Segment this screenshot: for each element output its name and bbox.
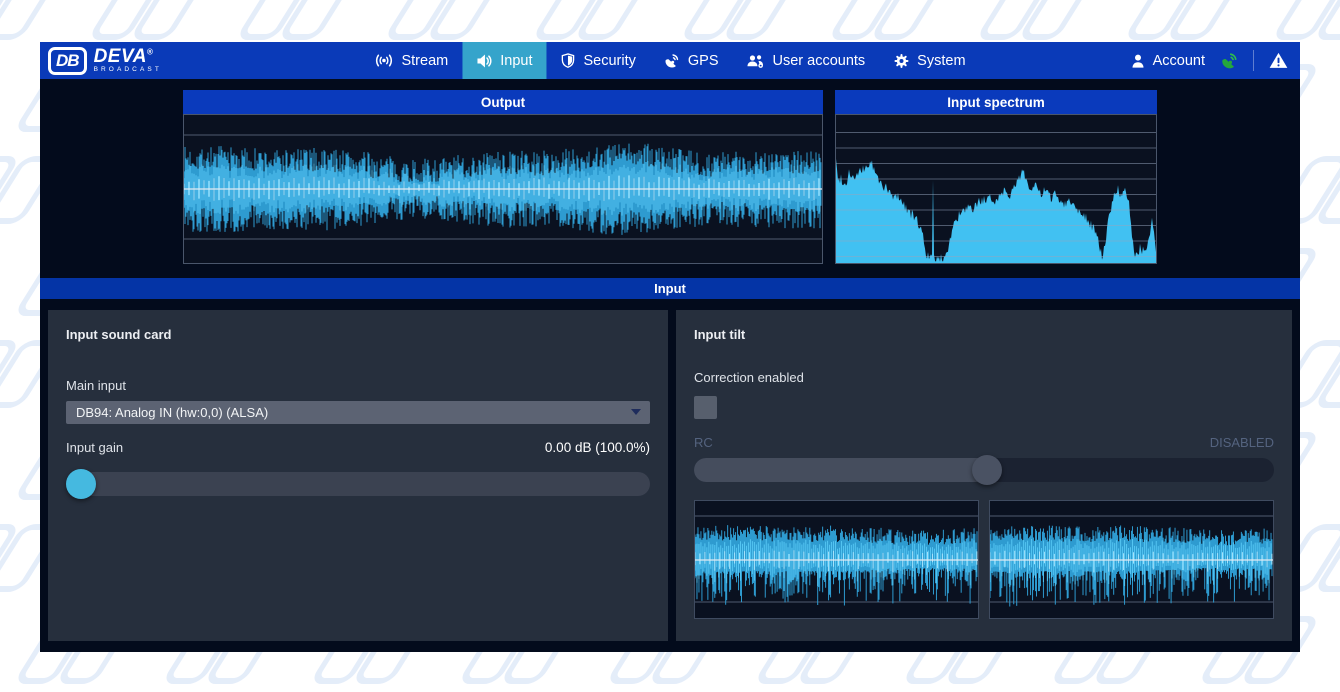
- input-spectrum-title-bar: Input spectrum: [835, 90, 1157, 114]
- input-section-bar: Input: [40, 278, 1300, 299]
- connection-ok-icon[interactable]: [1220, 52, 1238, 70]
- main-input-select[interactable]: DB94: Analog IN (hw:0,0) (ALSA): [66, 401, 650, 424]
- settings-row: Input sound card Main input DB94: Analog…: [48, 310, 1292, 641]
- nav-label: System: [917, 53, 965, 69]
- nav-label: Security: [583, 53, 635, 69]
- tilt-waveform-right: [989, 500, 1274, 619]
- input-tilt-panel: Input tilt Correction enabled RC DISABLE…: [676, 310, 1292, 641]
- user-group-icon: [746, 53, 764, 69]
- nav-item-user-accounts[interactable]: User accounts: [732, 42, 879, 79]
- input-gain-slider-handle[interactable]: [66, 469, 96, 499]
- output-title-bar: Output: [183, 90, 823, 114]
- rc-slider-fill: [694, 458, 987, 482]
- satellite-dish-icon: [664, 53, 680, 69]
- app-window: DB DEVA® BROADCAST Stream Input: [40, 42, 1300, 652]
- nav-label: User accounts: [772, 53, 865, 69]
- display-row: Output Input spectrum: [183, 90, 1157, 264]
- input-sound-card-panel: Input sound card Main input DB94: Analog…: [48, 310, 668, 641]
- nav-label: Input: [500, 53, 532, 69]
- rc-slider-handle[interactable]: [972, 455, 1002, 485]
- tilt-waveform-row: [694, 500, 1274, 619]
- nav-label: GPS: [688, 53, 719, 69]
- nav-label: Stream: [401, 53, 448, 69]
- nav-item-gps[interactable]: GPS: [650, 42, 733, 79]
- correction-enabled-label: Correction enabled: [694, 370, 1274, 385]
- db-logo-glyph: DB: [48, 47, 87, 75]
- brand-name: DEVA®: [94, 47, 162, 66]
- deva-logo[interactable]: DB DEVA® BROADCAST: [40, 47, 172, 75]
- person-icon: [1130, 53, 1146, 69]
- nav-item-input[interactable]: Input: [462, 42, 546, 79]
- input-gain-slider[interactable]: [66, 472, 650, 496]
- nav-item-stream[interactable]: Stream: [360, 42, 462, 79]
- output-display-panel: Output: [183, 90, 823, 264]
- card-title: Input tilt: [694, 327, 1274, 342]
- output-waveform-display: [183, 114, 823, 264]
- correction-enabled-checkbox[interactable]: [694, 396, 717, 419]
- tilt-waveform-left: [694, 500, 979, 619]
- input-gain-value: 0.00 dB (100.0%): [545, 440, 650, 455]
- nav-item-system[interactable]: System: [879, 42, 979, 79]
- input-spectrum-display: [835, 114, 1157, 264]
- nav-divider: [1253, 50, 1254, 71]
- account-label: Account: [1153, 53, 1205, 69]
- shield-icon: [560, 53, 575, 68]
- speaker-icon: [476, 53, 492, 69]
- brand-subtitle: BROADCAST: [94, 67, 162, 74]
- chevron-down-icon: [631, 409, 641, 415]
- rc-slider[interactable]: [694, 458, 1274, 482]
- rc-label: RC: [694, 435, 713, 450]
- nav-menu: Stream Input Security GPS: [360, 42, 979, 79]
- warning-icon[interactable]: [1269, 52, 1288, 69]
- input-gain-label: Input gain: [66, 440, 123, 455]
- account-menu[interactable]: Account: [1130, 53, 1205, 69]
- broadcast-icon: [374, 53, 393, 68]
- main-input-label: Main input: [66, 378, 650, 393]
- input-spectrum-panel: Input spectrum: [835, 90, 1157, 264]
- nav-right: Account: [1130, 42, 1300, 79]
- gear-icon: [893, 53, 909, 69]
- top-nav: DB DEVA® BROADCAST Stream Input: [40, 42, 1300, 79]
- main-input-value: DB94: Analog IN (hw:0,0) (ALSA): [76, 405, 268, 420]
- nav-item-security[interactable]: Security: [546, 42, 649, 79]
- rc-status-badge: DISABLED: [1210, 435, 1274, 450]
- card-title: Input sound card: [66, 327, 650, 342]
